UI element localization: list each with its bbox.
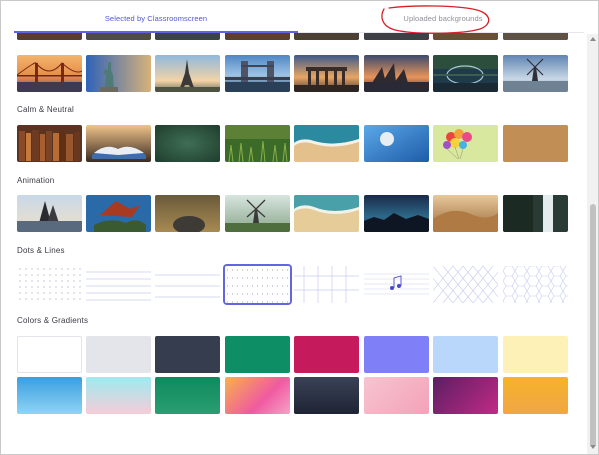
- bg-thumb-dotted-lines-selected[interactable]: [225, 266, 290, 303]
- bg-thumb-eiffel-tower[interactable]: [155, 55, 220, 92]
- bg-gradient-amber[interactable]: [503, 377, 568, 414]
- bg-thumb-tower-bridge[interactable]: [225, 55, 290, 92]
- bg-thumb-bridge-reflection[interactable]: [433, 55, 498, 92]
- bg-thumb-dutch-windmill[interactable]: [503, 55, 568, 92]
- bg-swatch-light-blue[interactable]: [433, 336, 498, 373]
- bg-thumb-waterfall[interactable]: [503, 195, 568, 232]
- scroll-down-arrow-icon[interactable]: [590, 445, 596, 449]
- section-title-calm-neutral: Calm & Neutral: [17, 105, 75, 114]
- bg-thumb-isometric-grid[interactable]: [433, 266, 498, 303]
- bg-gradient-green[interactable]: [155, 377, 220, 414]
- bg-thumb-sand-dunes[interactable]: [433, 195, 498, 232]
- bg-thumb-lake-trees[interactable]: [17, 195, 82, 232]
- bg-gradient-sky-blue[interactable]: [17, 377, 82, 414]
- bg-thumb-moon[interactable]: [364, 125, 429, 162]
- bg-thumb-grass[interactable]: [225, 125, 290, 162]
- bg-thumb-golden-gate[interactable]: [17, 55, 82, 92]
- bg-swatch-slate[interactable]: [155, 336, 220, 373]
- bg-thumb-chalkboard[interactable]: [155, 125, 220, 162]
- bg-thumb-beach-aerial[interactable]: [294, 125, 359, 162]
- bg-thumb-music-staff[interactable]: [364, 266, 429, 303]
- bg-thumb-brandenburg-gate[interactable]: [294, 55, 359, 92]
- bg-swatch-periwinkle[interactable]: [364, 336, 429, 373]
- section-title-dots-lines: Dots & Lines: [17, 246, 65, 255]
- bg-thumb-partial[interactable]: [225, 33, 290, 40]
- bg-thumb-partial[interactable]: [503, 33, 568, 40]
- bg-thumb-night-aurora[interactable]: [364, 195, 429, 232]
- bg-thumb-windmill-sunset[interactable]: [225, 195, 290, 232]
- bg-thumb-dot-grid[interactable]: [17, 266, 82, 303]
- backgrounds-scroll-area: Calm & Neutral Animation Dots & Lines Co…: [1, 33, 586, 454]
- bg-thumb-dragon-island[interactable]: [86, 195, 151, 232]
- tab-selected-by-classroomscreen[interactable]: Selected by Classroomscreen: [14, 1, 298, 33]
- bg-thumb-partial[interactable]: [433, 33, 498, 40]
- bg-thumb-partial[interactable]: [17, 33, 82, 40]
- bg-swatch-magenta[interactable]: [294, 336, 359, 373]
- bg-thumb-desert-rock[interactable]: [155, 195, 220, 232]
- bg-thumb-hexagon-grid[interactable]: [503, 266, 568, 303]
- bg-swatch-green[interactable]: [225, 336, 290, 373]
- bg-thumb-bookshelf[interactable]: [17, 125, 82, 162]
- bg-thumb-open-book[interactable]: [86, 125, 151, 162]
- background-picker-panel: Selected by Classroomscreen Uploaded bac…: [0, 0, 599, 455]
- bg-gradient-soft-pink[interactable]: [364, 377, 429, 414]
- bg-gradient-aqua-pink[interactable]: [86, 377, 151, 414]
- bg-thumb-sydney-opera-house[interactable]: [364, 55, 429, 92]
- bg-thumb-partial[interactable]: [86, 33, 151, 40]
- bg-thumb-wide-lines[interactable]: [155, 266, 220, 303]
- bg-thumb-lined-paper[interactable]: [86, 266, 151, 303]
- bg-thumb-balloons[interactable]: [433, 125, 498, 162]
- bg-swatch-light-gray[interactable]: [86, 336, 151, 373]
- bg-thumb-partial[interactable]: [294, 33, 359, 40]
- bg-thumb-cork-board[interactable]: [503, 125, 568, 162]
- bg-thumb-partial[interactable]: [155, 33, 220, 40]
- section-title-animation: Animation: [17, 176, 55, 185]
- scrollbar-thumb[interactable]: [590, 204, 596, 447]
- bg-gradient-plum[interactable]: [433, 377, 498, 414]
- bg-gradient-dark-slate[interactable]: [294, 377, 359, 414]
- scroll-up-arrow-icon[interactable]: [590, 37, 596, 41]
- bg-thumb-grid-lines[interactable]: [294, 266, 359, 303]
- bg-swatch-light-yellow[interactable]: [503, 336, 568, 373]
- bg-thumb-statue-of-liberty[interactable]: [86, 55, 151, 92]
- bg-gradient-orange-pink[interactable]: [225, 377, 290, 414]
- bg-thumb-shoreline[interactable]: [294, 195, 359, 232]
- bg-thumb-partial[interactable]: [364, 33, 429, 40]
- red-circle-annotation: [381, 5, 490, 34]
- section-title-colors-gradients: Colors & Gradients: [17, 316, 89, 325]
- bg-swatch-white[interactable]: [17, 336, 82, 373]
